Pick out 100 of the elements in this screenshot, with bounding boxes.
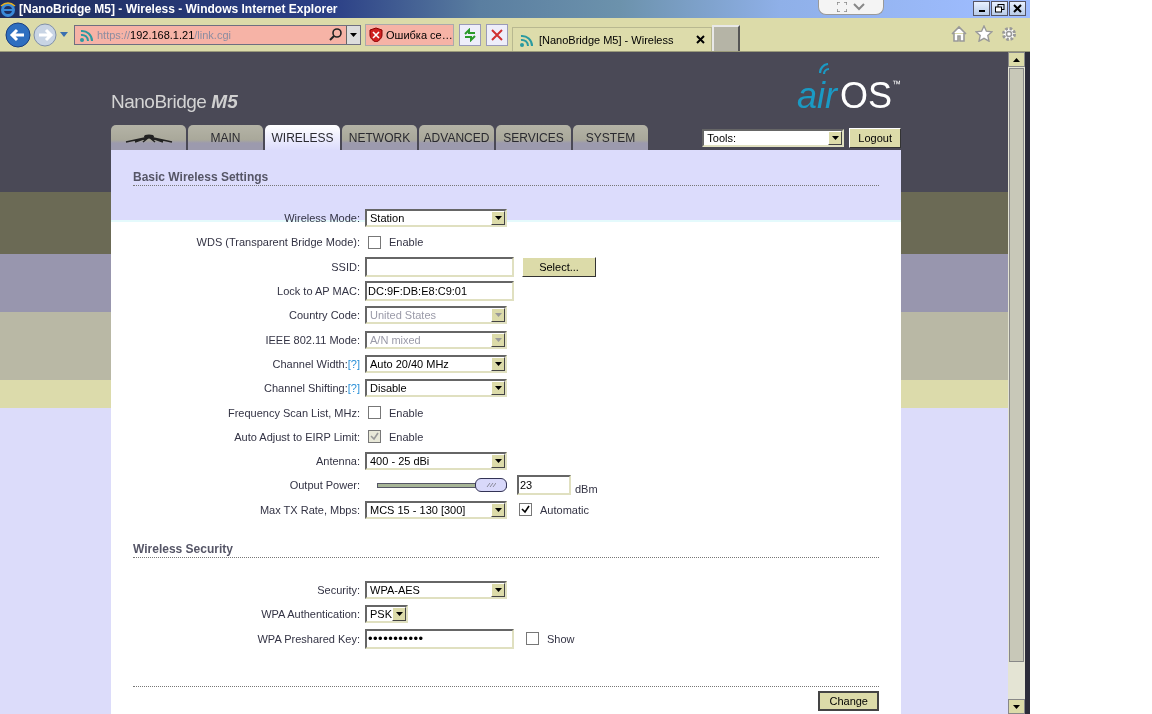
nav-tab[interactable]: SERVICES (496, 125, 571, 150)
caret-icon (494, 337, 502, 342)
caret-up-icon (1013, 57, 1020, 62)
settings-icon[interactable] (1000, 25, 1018, 43)
dropdown[interactable]: MCS 15 - 130 [300] (365, 500, 507, 519)
star-icon[interactable] (975, 25, 993, 42)
help-link[interactable]: [?] (347, 382, 360, 395)
checkbox[interactable] (526, 632, 539, 646)
select-button[interactable]: Select... (522, 256, 596, 277)
field-label: Channel Shifting: (264, 382, 348, 395)
nav-tab[interactable]: MAIN (188, 125, 263, 150)
dropdown[interactable]: Disable (365, 379, 507, 398)
checkbox[interactable] (368, 406, 381, 419)
nav-tab[interactable]: ADVANCED (419, 125, 494, 150)
ie-logo-icon (0, 1, 16, 17)
home-icon[interactable] (950, 25, 968, 42)
checkmark-icon (370, 432, 379, 442)
field-label: Antenna: (315, 455, 360, 468)
caret-icon (494, 507, 502, 512)
signal-icon (818, 63, 830, 75)
caret-icon (494, 386, 502, 391)
caret-icon[interactable] (350, 32, 357, 37)
caret-icon (494, 216, 502, 221)
field-label: Max TX Rate, Mbps: (259, 503, 360, 516)
slider-thumb[interactable] (475, 477, 507, 492)
field-label: IEEE 802.11 Mode: (265, 333, 360, 346)
scrollbar-thumb[interactable] (1009, 68, 1024, 662)
dropdown[interactable]: 400 - 25 dBi (365, 452, 507, 471)
close-button[interactable] (1009, 1, 1026, 16)
back-icon[interactable] (5, 21, 31, 48)
close-icon[interactable] (696, 35, 705, 44)
address-field[interactable]: https://192.168.1.21/link.cgi (74, 24, 361, 45)
field-label: Auto Adjust to EIRP Limit: (234, 430, 360, 443)
antenna-icon (124, 132, 173, 143)
checkbox-label: Enable (389, 236, 424, 249)
checkbox[interactable] (519, 503, 532, 517)
checkbox-label: Enable (389, 430, 424, 443)
section-title: Wireless Security (133, 541, 879, 558)
nav-tab[interactable] (111, 125, 186, 150)
field-label: Security: (317, 584, 360, 596)
minimize-button[interactable] (973, 1, 990, 16)
dropdown[interactable]: PSK (365, 605, 408, 624)
new-tab-button[interactable] (712, 25, 740, 51)
unit-label: dBm (575, 483, 598, 496)
title-menu-tab[interactable] (818, 0, 884, 15)
shield-icon (369, 27, 383, 42)
caret-icon (494, 459, 502, 464)
field-label: WPA Preshared Key: (257, 632, 360, 645)
field-label: Lock to AP MAC: (277, 285, 360, 298)
caret-icon (395, 612, 403, 617)
text-field[interactable] (365, 256, 514, 277)
brand-name: NanoBridge (111, 91, 207, 113)
caret-icon (494, 588, 502, 592)
dropdown[interactable]: Auto 20/40 MHz (365, 354, 507, 373)
trademark-sign: ™ (892, 79, 901, 89)
close-icon (1012, 4, 1023, 13)
fullscreen-icon (837, 2, 847, 12)
chevron-down-icon (853, 3, 865, 11)
change-button[interactable]: Change (818, 690, 879, 711)
field-label: SSID: (331, 260, 360, 273)
scroll-up-button[interactable] (1008, 52, 1025, 67)
field-label: Wireless Mode: (284, 212, 360, 225)
restore-icon (994, 4, 1005, 13)
nav-tab[interactable]: SYSTEM (573, 125, 648, 150)
help-link[interactable]: [?] (347, 357, 360, 370)
logo-text: air (796, 79, 837, 113)
search-icon[interactable] (329, 28, 342, 41)
field-label: WDS (Transparent Bridge Mode): (196, 236, 360, 249)
nav-tab[interactable]: WIRELESS (265, 125, 340, 150)
caret-icon (494, 361, 502, 366)
browser-tab[interactable]: [NanoBridge M5] - Wireless (512, 27, 712, 51)
field-label: Frequency Scan List, MHz: (227, 406, 360, 419)
dropdown[interactable]: WPA-AES (365, 581, 507, 599)
caret-icon (831, 135, 839, 140)
window-title: [NanoBridge M5] - Wireless - Windows Internet Explorer (19, 2, 338, 16)
refresh-icon (463, 27, 477, 42)
scroll-down-button[interactable] (1008, 699, 1025, 714)
checkbox-label: Enable (389, 406, 424, 419)
stop-button[interactable] (486, 23, 508, 46)
logout-button[interactable]: Logout (849, 127, 901, 148)
nav-tab[interactable]: NETWORK (342, 125, 417, 150)
refresh-button[interactable] (459, 23, 481, 46)
password-field[interactable]: ••••••••••• (365, 628, 514, 649)
power-field[interactable]: 23 (517, 475, 571, 496)
logo-text: OS (840, 79, 892, 113)
field-label: Country Code: (289, 309, 360, 322)
field-label: Output Power: (289, 479, 360, 492)
certificate-error-button[interactable]: Ошибка се… (365, 23, 454, 46)
close-icon (491, 28, 503, 41)
dropdown[interactable]: Station (365, 209, 507, 228)
checkbox[interactable] (368, 235, 381, 249)
restore-button[interactable] (991, 1, 1008, 16)
field-label: WPA Authentication: (261, 608, 360, 621)
section-title: Basic Wireless Settings (133, 170, 879, 186)
text-field[interactable]: DC:9F:DB:E8:C9:01 (365, 281, 514, 302)
feed-icon (519, 32, 533, 47)
caret-icon (494, 313, 502, 318)
checkbox-label: Show (547, 632, 575, 645)
dropdown[interactable]: Tools: (702, 128, 845, 147)
model-name: M5 (211, 91, 238, 113)
